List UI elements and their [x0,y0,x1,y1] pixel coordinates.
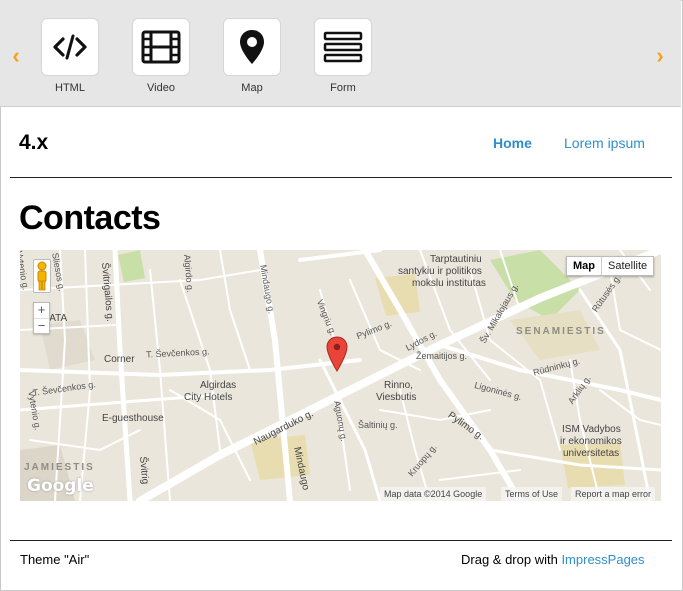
widget-video[interactable]: Video [132,18,190,94]
form-lines-icon [323,31,363,63]
map-pin-icon [326,336,348,372]
map-label-street: Šaltinių g. [358,420,398,430]
map-label-poi: Tarptautiniu [430,254,482,265]
map-label-district: SENAMIESTIS [516,326,606,337]
toolbar-next-arrow[interactable]: › [652,45,668,67]
map-label-poi: Rinno, [384,380,413,391]
map-label-poi: ir ekonomikos [560,436,622,447]
map-label-street: Žemaitijos g. [416,351,468,361]
map-label-poi: E-guesthouse [102,413,164,424]
widget-form[interactable]: Form [314,18,372,94]
map-label-poi: santykiu ir politikos [398,266,482,277]
toolbar-prev-arrow[interactable]: ‹ [8,45,24,67]
widget-map-label: Map [241,82,263,94]
map-label-poi: Algirdas [200,380,237,391]
impresspages-link[interactable]: ImpressPages [561,552,644,567]
pegman-icon [37,261,47,291]
widget-video-tile[interactable] [132,18,190,76]
nav-item-lorem-ipsum[interactable]: Lorem ipsum [564,135,645,151]
google-logo[interactable]: Google [27,476,94,496]
widget-toolbar: ‹ HTML Video Map Form › [0,0,681,107]
widget-form-tile[interactable] [314,18,372,76]
widget-video-label: Video [147,82,175,94]
film-icon [141,30,181,64]
zoom-in-button[interactable]: + [34,303,49,318]
map-marker-pin[interactable] [326,336,348,377]
map-label-district: JAMIESTIS [24,462,95,473]
map-label-poi: mokslu institutas [412,278,486,289]
map-label-poi: universitetas [563,448,620,459]
footer-divider [10,540,672,541]
widget-html[interactable]: HTML [41,18,99,94]
map-terms-link[interactable]: Terms of Use [501,487,563,501]
map-marker-icon [240,30,264,64]
footer-theme-text: Theme "Air" [20,552,90,567]
map-label-poi: Viesbutis [376,392,417,403]
map-label-street: Švitrig [137,456,151,485]
map-type-satellite-button[interactable]: Satellite [602,257,653,275]
widget-html-label: HTML [55,82,85,94]
map-report-error-link[interactable]: Report a map error [571,487,656,501]
page-title: Contacts [19,199,161,237]
code-icon [53,34,87,60]
map-label-poi: ISM Vadybos [562,424,621,435]
map-type-map-button[interactable]: Map [567,257,602,275]
map-label-poi: Corner [104,354,135,365]
widget-map-tile[interactable] [223,18,281,76]
widget-html-tile[interactable] [41,18,99,76]
map-label-poi: City Hotels [184,392,233,403]
map-type-control: Map Satellite [566,256,655,276]
header-divider [10,177,672,178]
widget-map[interactable]: Map [223,18,281,94]
zoom-out-button[interactable]: − [34,318,49,333]
footer-credit-text: Drag & drop with [461,552,562,567]
footer-credit: Drag & drop with ImpressPages [461,552,645,567]
site-title[interactable]: 4.x [19,131,48,155]
nav-item-home[interactable]: Home [493,135,532,151]
zoom-control: + − [33,302,50,334]
street-view-pegman[interactable] [33,259,51,293]
widget-form-label: Form [330,82,356,94]
map-attribution: Map data ©2014 Google [380,487,487,501]
